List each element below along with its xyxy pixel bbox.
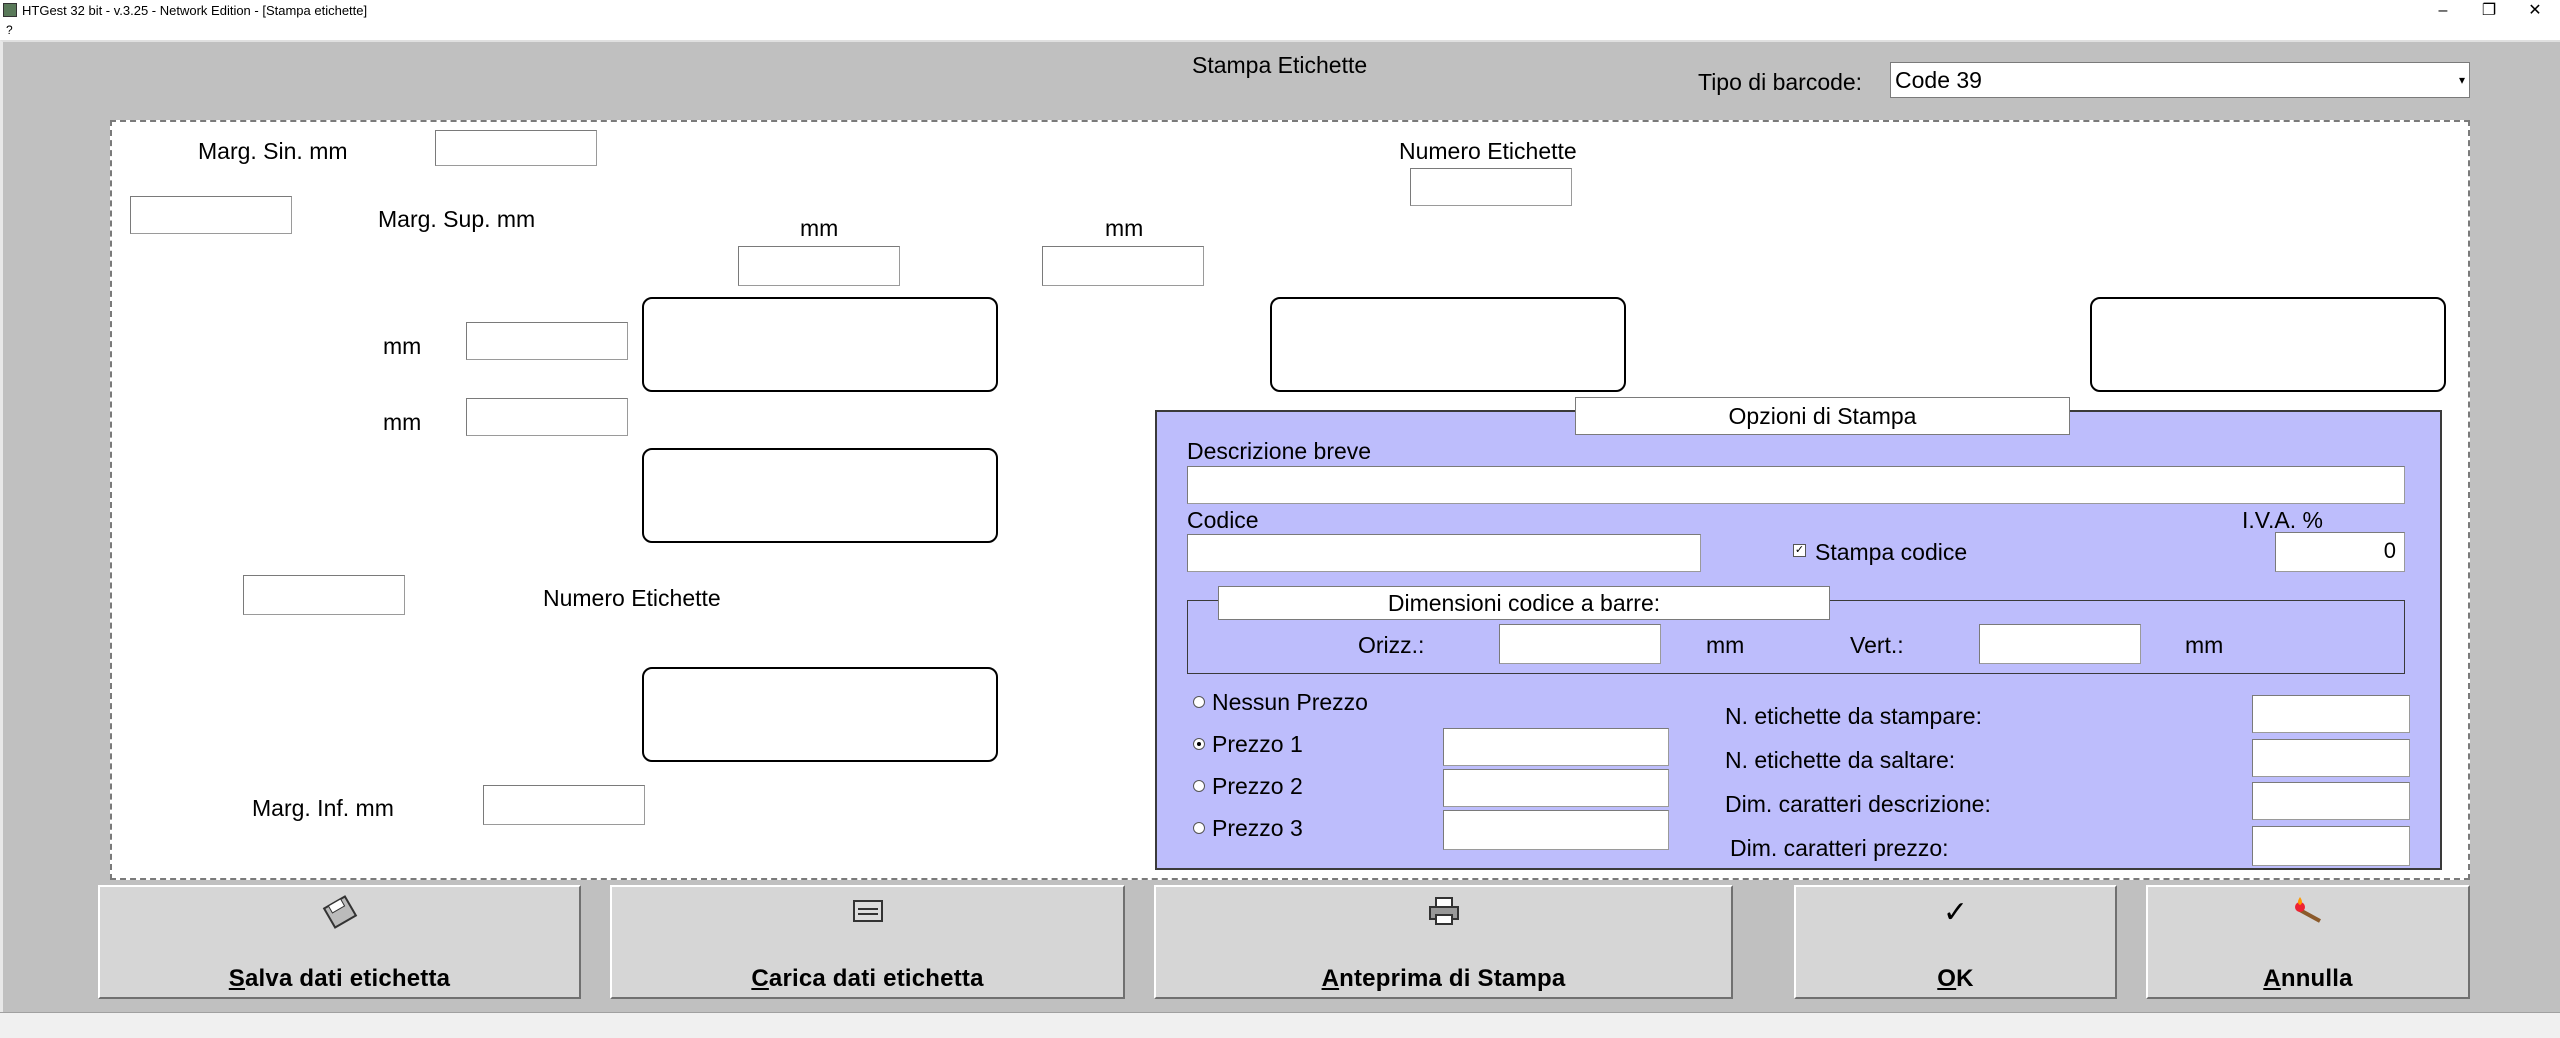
anteprima-label: Anteprima di Stampa: [1321, 965, 1566, 992]
vert-input[interactable]: [1979, 624, 2141, 664]
window-title: HTGest 32 bit - v.3.25 - Network Edition…: [22, 3, 368, 18]
barcode-type-value: Code 39: [1895, 67, 1982, 93]
status-bar: [0, 1012, 2560, 1038]
label-height-input[interactable]: [466, 322, 628, 360]
prezzo-2-input[interactable]: [1443, 769, 1669, 807]
radio-prezzo-2[interactable]: [1193, 780, 1205, 792]
prezzo-1-input[interactable]: [1443, 728, 1669, 766]
radio-prezzo-1[interactable]: [1193, 738, 1205, 750]
orizz-input[interactable]: [1499, 624, 1661, 664]
n-stampare-label: N. etichette da stampare:: [1725, 703, 1982, 729]
label-preview-3: [2090, 297, 2446, 392]
prezzo-3-input[interactable]: [1443, 810, 1669, 850]
iva-input[interactable]: 0: [2275, 532, 2405, 572]
label-preview-4: [642, 448, 998, 543]
dim-descrizione-label: Dim. caratteri descrizione:: [1725, 791, 1991, 817]
marg-sin-label: Marg. Sin. mm: [198, 138, 348, 164]
label-width-mm-input[interactable]: [1042, 246, 1204, 286]
numero-etichette-top-label: Numero Etichette: [1399, 138, 1577, 164]
chevron-down-icon[interactable]: ▾: [2455, 63, 2469, 97]
numero-etichette-left-input[interactable]: [243, 575, 405, 615]
mm-col2-label: mm: [1105, 215, 1144, 241]
vertical-spacing-input[interactable]: [466, 398, 628, 436]
mm-row2-label: mm: [383, 409, 422, 435]
vert-label: Vert.:: [1850, 632, 1904, 658]
printer-icon: [1156, 895, 1731, 931]
horizontal-spacing-input[interactable]: [738, 246, 900, 286]
label-preview-2: [1270, 297, 1626, 392]
maximize-button[interactable]: ❐: [2466, 0, 2512, 22]
marg-inf-input[interactable]: [483, 785, 645, 825]
anteprima-button[interactable]: Anteprima di Stampa: [1154, 885, 1733, 999]
codice-input[interactable]: [1187, 534, 1701, 572]
print-options-title: Opzioni di Stampa: [1575, 397, 2070, 435]
marg-sup-label: Marg. Sup. mm: [378, 206, 536, 232]
save-disk-icon: [100, 895, 579, 931]
load-card-icon: [612, 895, 1123, 931]
stampa-codice-label: Stampa codice: [1815, 539, 1968, 565]
n-saltare-input[interactable]: [2252, 739, 2410, 777]
menu-bar: ?: [0, 22, 2560, 40]
prezzo-3-label: Prezzo 3: [1212, 815, 1303, 841]
barcode-dimensions-title: Dimensioni codice a barre:: [1218, 586, 1830, 620]
prezzo-2-label: Prezzo 2: [1212, 773, 1303, 799]
radio-prezzo-3[interactable]: [1193, 822, 1205, 834]
marg-inf-label: Marg. Inf. mm: [252, 795, 394, 821]
annulla-label: Annulla: [2263, 965, 2353, 992]
salva-dati-button[interactable]: Salva dati etichetta: [98, 885, 581, 999]
app-icon: [3, 3, 17, 17]
minimize-button[interactable]: –: [2420, 0, 2466, 22]
vert-unit: mm: [2185, 632, 2224, 658]
orizz-label: Orizz.:: [1358, 632, 1425, 658]
marg-sin-input[interactable]: [435, 130, 597, 166]
barcode-type-label: Tipo di barcode:: [1698, 69, 1863, 95]
numero-etichette-left-label: Numero Etichette: [543, 585, 721, 611]
annulla-button[interactable]: Annulla: [2146, 885, 2470, 999]
numero-etichette-top-input[interactable]: [1410, 168, 1572, 206]
page-title: Stampa Etichette: [1192, 52, 1368, 78]
codice-label: Codice: [1187, 507, 1259, 533]
checkmark-icon: ✓: [1942, 896, 1969, 929]
dim-prezzo-label: Dim. caratteri prezzo:: [1730, 835, 1949, 861]
stampa-codice-checkbox[interactable]: ✓: [1793, 544, 1806, 557]
descrizione-input[interactable]: [1187, 466, 2405, 504]
mm-col1-label: mm: [800, 215, 839, 241]
dim-prezzo-input[interactable]: [2252, 826, 2410, 866]
dim-descrizione-input[interactable]: [2252, 782, 2410, 820]
ok-label: OK: [1937, 965, 1974, 992]
orizz-unit: mm: [1706, 632, 1745, 658]
label-width-input[interactable]: [130, 196, 292, 234]
menu-help[interactable]: ?: [6, 23, 13, 37]
nessun-prezzo-label: Nessun Prezzo: [1212, 689, 1368, 715]
barcode-type-select[interactable]: Code 39 ▾: [1890, 62, 2470, 98]
n-stampare-input[interactable]: [2252, 695, 2410, 733]
prezzo-1-label: Prezzo 1: [1212, 731, 1303, 757]
carica-dati-label: Carica dati etichetta: [751, 965, 984, 992]
radio-nessun-prezzo[interactable]: [1193, 696, 1205, 708]
label-preview-1: [642, 297, 998, 392]
label-preview-5: [642, 667, 998, 762]
title-bar: HTGest 32 bit - v.3.25 - Network Edition…: [0, 0, 2560, 22]
descrizione-label: Descrizione breve: [1187, 438, 1372, 464]
iva-label: I.V.A. %: [2242, 507, 2323, 533]
ok-button[interactable]: ✓ OK: [1794, 885, 2117, 999]
cancel-match-icon: [2148, 895, 2468, 931]
close-button[interactable]: ✕: [2512, 0, 2558, 22]
n-saltare-label: N. etichette da saltare:: [1725, 747, 1956, 773]
mm-row1-label: mm: [383, 333, 422, 359]
carica-dati-button[interactable]: Carica dati etichetta: [610, 885, 1125, 999]
salva-dati-label: Salva dati etichetta: [228, 965, 451, 992]
